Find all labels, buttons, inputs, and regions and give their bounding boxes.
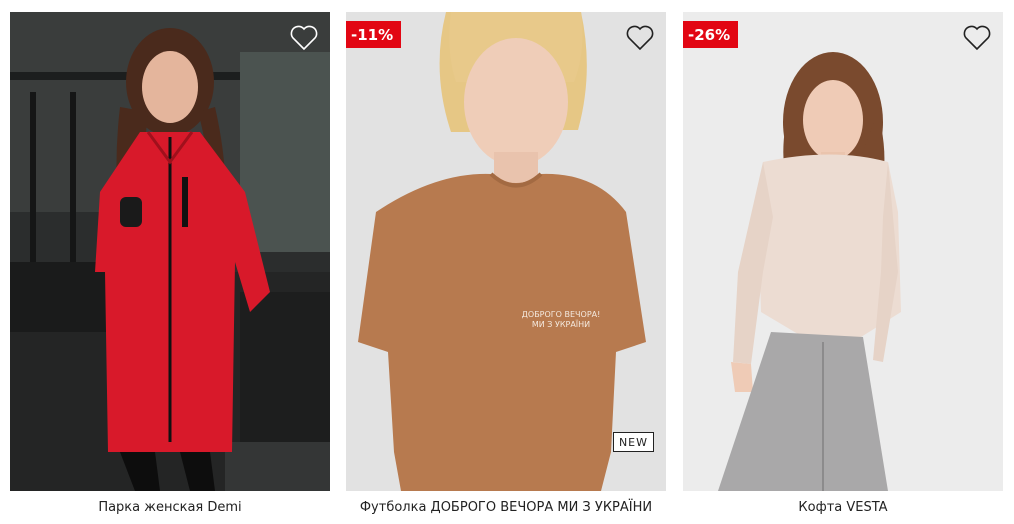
- product-photo-parka: [10, 12, 330, 491]
- discount-badge: -26%: [683, 21, 739, 48]
- heart-outline-icon: [626, 25, 654, 51]
- product-card[interactable]: ДОБРОГО ВЕЧОРА! МИ З УКРАЇНИ -11% NEW Фу…: [346, 12, 666, 515]
- wishlist-button[interactable]: [290, 25, 318, 51]
- wishlist-button[interactable]: [626, 25, 654, 51]
- product-photo-sweater: [683, 12, 1003, 491]
- product-card[interactable]: Парка женская Demi: [10, 12, 330, 515]
- product-title[interactable]: Кофта VESTA: [683, 500, 1003, 515]
- product-grid: Парка женская Demi ДОБРОГО ВЕЧОРА! МИ З …: [0, 0, 1014, 524]
- svg-text:МИ З УКРАЇНИ: МИ З УКРАЇНИ: [532, 319, 590, 329]
- heart-outline-icon: [290, 25, 318, 51]
- product-image[interactable]: [10, 12, 330, 491]
- wishlist-button[interactable]: [963, 25, 991, 51]
- heart-outline-icon: [963, 25, 991, 51]
- product-image[interactable]: -26%: [683, 12, 1003, 491]
- new-badge: NEW: [612, 432, 654, 452]
- product-title[interactable]: Футболка ДОБРОГО ВЕЧОРА МИ З УКРАЇНИ: [346, 500, 666, 515]
- product-title[interactable]: Парка женская Demi: [10, 500, 330, 515]
- tshirt-print-text: ДОБРОГО ВЕЧОРА!: [522, 310, 601, 319]
- discount-badge: -11%: [346, 21, 402, 48]
- product-photo-tshirt: ДОБРОГО ВЕЧОРА! МИ З УКРАЇНИ: [346, 12, 666, 491]
- product-card[interactable]: -26% Кофта VESTA: [683, 12, 1003, 515]
- product-image[interactable]: ДОБРОГО ВЕЧОРА! МИ З УКРАЇНИ -11% NEW: [346, 12, 666, 491]
